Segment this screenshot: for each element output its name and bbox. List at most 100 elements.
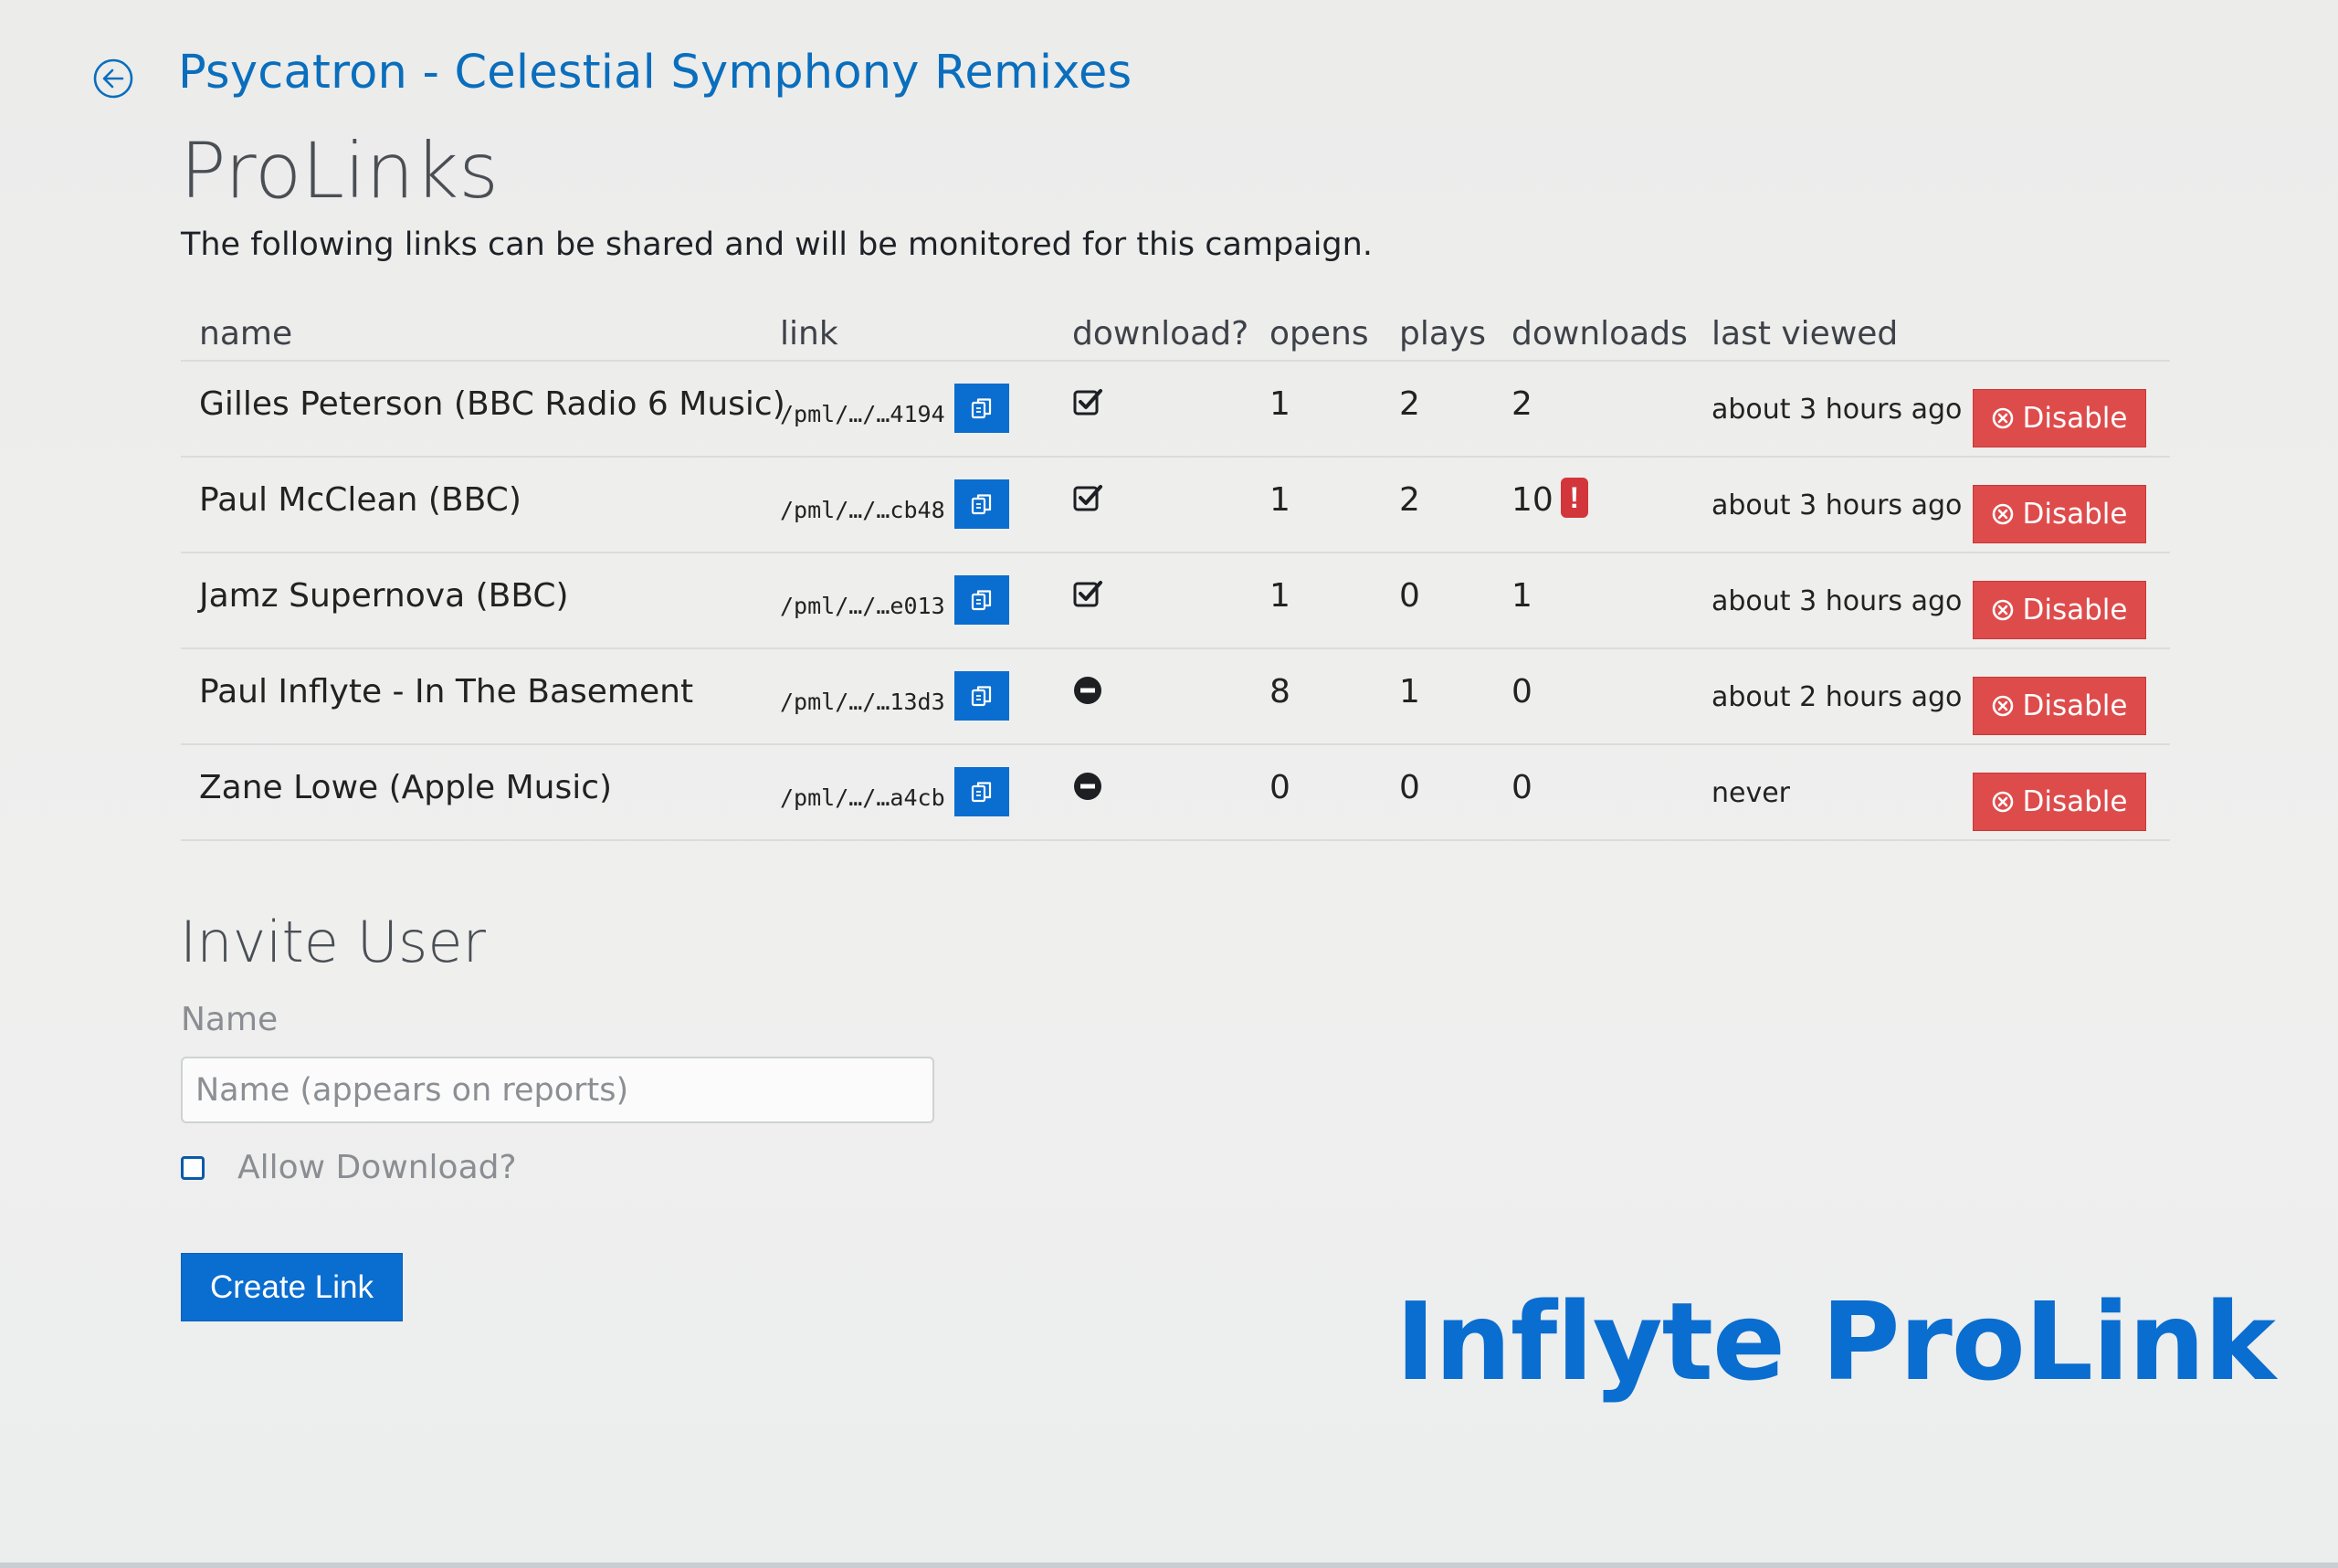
disable-button-label: Disable [2022, 689, 2128, 722]
page-description: The following links can be shared and wi… [181, 226, 1373, 263]
disable-button[interactable]: Disable [1973, 485, 2146, 543]
row-last-viewed: about 3 hours ago [1711, 394, 1963, 426]
column-header-download: download? [1054, 307, 1251, 362]
copy-link-button[interactable] [953, 479, 1009, 529]
disable-button-label: Disable [2022, 594, 2128, 626]
copy-icon [971, 782, 991, 803]
copy-link-button[interactable] [953, 767, 1009, 816]
table-row: Zane Lowe (Apple Music) /pml/…/…a4cb 0 0… [181, 744, 2170, 841]
column-header-name: name [181, 307, 762, 362]
row-link-cell: /pml/…/…e013 [762, 552, 1054, 649]
close-circle-icon [1992, 599, 2013, 621]
table-row: Paul McClean (BBC) /pml/…/…cb48 1 2 10! … [181, 457, 2170, 553]
row-plays: 0 [1381, 552, 1493, 649]
column-header-plays: plays [1381, 307, 1493, 362]
row-download-status [1054, 648, 1251, 745]
checkbox-checked-icon [1073, 389, 1102, 416]
row-last-viewed-cell: about 2 hours ago [1693, 648, 1962, 745]
row-link-cell: /pml/…/…a4cb [762, 744, 1054, 841]
disable-button[interactable]: Disable [1973, 677, 2146, 735]
disable-button[interactable]: Disable [1973, 581, 2146, 639]
row-link-cell: /pml/…/…13d3 [762, 648, 1054, 745]
row-downloads: 10 [1511, 481, 1553, 519]
row-link-path: /pml/…/…4194 [780, 400, 945, 427]
row-last-viewed: never [1711, 777, 1791, 809]
row-link-cell: /pml/…/…4194 [762, 361, 1054, 458]
column-header-downloads: downloads [1493, 307, 1693, 362]
row-link-cell: /pml/…/…cb48 [762, 457, 1054, 553]
row-name: Zane Lowe (Apple Music) [181, 744, 762, 841]
row-action-cell: Disable [1954, 648, 2170, 745]
minus-circle-icon [1074, 677, 1101, 704]
row-last-viewed-cell: never [1693, 744, 1954, 841]
row-downloads: 0 [1511, 769, 1532, 806]
page-title: ProLinks [180, 126, 500, 216]
row-link-path: /pml/…/…e013 [780, 592, 945, 619]
disable-button-label: Disable [2022, 785, 2128, 818]
disable-button[interactable]: Disable [1973, 773, 2146, 831]
prolinks-page: Psycatron - Celestial Symphony Remixes P… [0, 0, 2338, 1568]
campaign-title-link[interactable]: Psycatron - Celestial Symphony Remixes [178, 46, 1132, 100]
row-opens: 0 [1251, 744, 1381, 841]
close-circle-icon [1992, 791, 2013, 813]
disable-button-label: Disable [2022, 498, 2128, 531]
row-opens: 1 [1251, 457, 1381, 553]
row-name: Paul McClean (BBC) [181, 457, 762, 553]
row-downloads: 1 [1511, 577, 1532, 615]
name-label: Name [181, 1001, 279, 1038]
row-last-viewed-cell: about 3 hours ago [1693, 361, 1962, 458]
row-downloads: 2 [1511, 385, 1532, 423]
allow-download-checkbox[interactable] [181, 1155, 205, 1180]
allow-download-row: Allow Download? [181, 1149, 517, 1186]
row-downloads-cell: 10! [1493, 457, 1693, 553]
row-download-status [1054, 457, 1251, 553]
row-downloads-cell: 0 [1493, 648, 1693, 745]
download-blocked-icon [1072, 675, 1103, 706]
copy-icon [971, 686, 991, 707]
brand-logo-text: Inflyte ProLink [1395, 1279, 2276, 1405]
column-header-last-viewed: last viewed [1693, 307, 1954, 362]
column-header-link: link [762, 307, 1054, 362]
allow-download-label[interactable]: Allow Download? [237, 1149, 517, 1186]
row-action-cell: Disable [1954, 744, 2170, 841]
column-header-actions [1954, 307, 2170, 362]
name-input[interactable] [181, 1057, 934, 1123]
close-circle-icon [1992, 407, 2013, 429]
row-opens: 8 [1251, 648, 1381, 745]
row-last-viewed: about 3 hours ago [1711, 585, 1963, 617]
table-row: Jamz Supernova (BBC) /pml/…/…e013 1 0 1 … [181, 552, 2170, 649]
row-name: Gilles Peterson (BBC Radio 6 Music) [181, 361, 785, 458]
prolinks-table: name link download? opens plays download… [181, 307, 2170, 841]
row-plays: 2 [1381, 361, 1493, 458]
row-downloads-cell: 0 [1493, 744, 1693, 841]
download-allowed-icon [1072, 483, 1103, 514]
minus-circle-icon [1074, 773, 1101, 800]
row-plays: 0 [1381, 744, 1493, 841]
table-row: Gilles Peterson (BBC Radio 6 Music) /pml… [181, 361, 2170, 458]
row-downloads-cell: 2 [1493, 361, 1693, 458]
row-last-viewed-cell: about 3 hours ago [1693, 457, 1962, 553]
table-header-row: name link download? opens plays download… [181, 307, 2170, 362]
back-arrow-circle-icon[interactable] [91, 57, 135, 100]
row-name: Jamz Supernova (BBC) [181, 552, 762, 649]
create-link-button[interactable]: Create Link [181, 1253, 403, 1321]
download-allowed-icon [1072, 387, 1103, 418]
back-button[interactable] [91, 44, 135, 113]
download-blocked-icon [1072, 771, 1103, 802]
row-last-viewed-cell: about 3 hours ago [1693, 552, 1962, 649]
disable-button[interactable]: Disable [1973, 389, 2146, 447]
download-allowed-icon [1072, 579, 1103, 610]
row-opens: 1 [1251, 552, 1381, 649]
copy-link-button[interactable] [953, 384, 1009, 433]
row-plays: 1 [1381, 648, 1493, 745]
bottom-border [0, 1563, 2338, 1568]
copy-icon [971, 398, 991, 419]
row-downloads-cell: 1 [1493, 552, 1693, 649]
row-download-status [1054, 552, 1251, 649]
copy-link-button[interactable] [953, 575, 1009, 625]
row-name: Paul Inflyte - In The Basement [181, 648, 762, 745]
close-circle-icon [1992, 503, 2013, 525]
copy-link-button[interactable] [953, 671, 1009, 721]
row-action-cell: Disable [1954, 457, 2170, 553]
copy-icon [971, 590, 991, 611]
